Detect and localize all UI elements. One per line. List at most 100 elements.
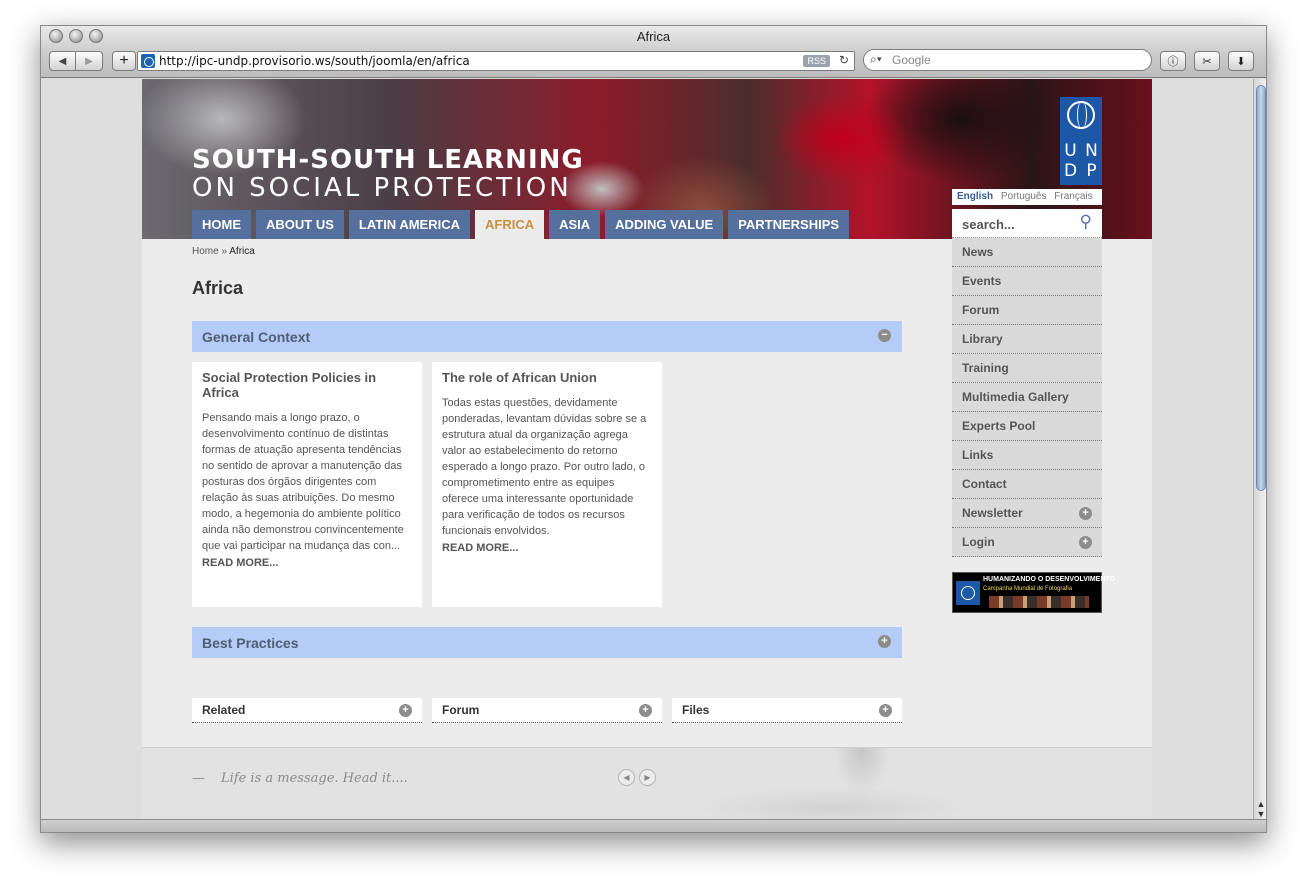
history-buttons: ◀ ▶ xyxy=(49,51,103,71)
sidebar-item-label: Login xyxy=(962,535,995,549)
sidebar-item-experts-pool[interactable]: Experts Pool xyxy=(952,412,1102,441)
article-excerpt: Todas estas questões, devidamente ponder… xyxy=(442,397,647,537)
nav-home[interactable]: HOME xyxy=(192,210,251,239)
un-emblem-icon xyxy=(1067,101,1095,129)
nav-latin-america[interactable]: LATIN AMERICA xyxy=(348,210,470,239)
logo-letter: D xyxy=(1063,161,1078,181)
sidebar-item-label: News xyxy=(962,245,994,259)
site-favicon-icon xyxy=(141,54,155,68)
nav-asia[interactable]: ASIA xyxy=(549,210,601,239)
main-navigation: HOME ABOUT US LATIN AMERICA AFRICA ASIA … xyxy=(192,210,850,239)
site-search-field[interactable]: search... ⚲ xyxy=(952,209,1102,238)
url-text[interactable]: http://ipc-undp.provisorio.ws/south/joom… xyxy=(159,54,470,68)
scrollbar-thumb[interactable] xyxy=(1256,85,1266,491)
vertical-scrollbar[interactable]: ▲ ▼ xyxy=(1253,79,1266,819)
banner-subtitle: Campanha Mundial de Fotografia xyxy=(983,586,1073,592)
collapse-icon[interactable]: − xyxy=(878,329,891,342)
address-bar[interactable]: http://ipc-undp.provisorio.ws/south/joom… xyxy=(137,51,855,71)
snippet-icon[interactable]: ✂ xyxy=(1194,51,1220,71)
nav-about-us[interactable]: ABOUT US xyxy=(256,210,344,239)
logo-letter: N xyxy=(1085,141,1098,161)
sidebar-item-label: Experts Pool xyxy=(962,419,1036,433)
sidebar-item-links[interactable]: Links xyxy=(952,441,1102,470)
breadcrumb: Home » Africa xyxy=(192,246,255,257)
forward-button[interactable]: ▶ xyxy=(76,51,103,71)
title-bar: Africa ◀ ▶ + http://ipc-undp.provisorio.… xyxy=(41,26,1266,78)
read-more-link[interactable]: READ MORE... xyxy=(202,557,412,569)
sidebar-item-newsletter[interactable]: Newsletter + xyxy=(952,499,1102,528)
sidebar-menu: search... ⚲ News Events Forum Library Tr… xyxy=(952,209,1102,557)
browser-search-field[interactable]: ⌕▾ Google xyxy=(863,49,1152,71)
nav-partnerships[interactable]: PARTNERSHIPS xyxy=(728,210,850,239)
expand-icon[interactable]: + xyxy=(1079,536,1092,549)
scroll-arrows[interactable]: ▲ ▼ xyxy=(1254,799,1266,819)
best-practices-section[interactable]: Best Practices + xyxy=(192,627,902,658)
files-box[interactable]: Files + xyxy=(672,698,902,723)
expand-icon[interactable]: + xyxy=(879,704,892,717)
read-more-link[interactable]: READ MORE... xyxy=(442,542,652,554)
reload-icon[interactable]: ↻ xyxy=(839,53,849,67)
sidebar-item-training[interactable]: Training xyxy=(952,354,1102,383)
nav-adding-value[interactable]: ADDING VALUE xyxy=(605,210,724,239)
search-icon: ⌕▾ xyxy=(870,52,882,66)
window-title: Africa xyxy=(636,29,671,44)
site-title-line1: SOUTH-SOUTH LEARNING xyxy=(192,145,584,175)
status-bar xyxy=(41,819,1266,832)
expand-icon[interactable]: + xyxy=(878,635,891,648)
sidebar-item-multimedia-gallery[interactable]: Multimedia Gallery xyxy=(952,383,1102,412)
forum-box[interactable]: Forum + xyxy=(432,698,662,723)
sidebar-item-events[interactable]: Events xyxy=(952,267,1102,296)
language-switcher: English Português Français xyxy=(952,189,1102,205)
photo-campaign-banner[interactable]: HUMANIZANDO O DESENVOLVIMENTO Campanha M… xyxy=(952,572,1115,613)
expand-icon[interactable]: + xyxy=(639,704,652,717)
sidebar-item-label: Links xyxy=(962,448,994,462)
site-search-placeholder: search... xyxy=(962,217,1015,232)
add-bookmark-button[interactable]: + xyxy=(112,51,136,71)
site-title-line2: ON SOCIAL PROTECTION xyxy=(192,173,572,203)
nav-africa[interactable]: AFRICA xyxy=(475,210,545,239)
next-arrow-icon[interactable]: ▶ xyxy=(639,769,656,786)
sidebar-item-news[interactable]: News xyxy=(952,238,1102,267)
general-context-label: General Context xyxy=(202,329,311,345)
footer-quote: — Life is a message. Head it.... xyxy=(192,771,408,786)
expand-icon[interactable]: + xyxy=(399,704,412,717)
sidebar-item-label: Forum xyxy=(962,303,1000,317)
download-icon[interactable]: ⬇ xyxy=(1228,51,1254,71)
sidebar-item-label: Events xyxy=(962,274,1002,288)
search-icon[interactable]: ⚲ xyxy=(1080,212,1092,232)
sidebar-item-login[interactable]: Login + xyxy=(952,528,1102,557)
banner-title: HUMANIZANDO O DESENVOLVIMENTO xyxy=(983,576,1115,583)
photo-strip xyxy=(989,596,1089,608)
sidebar-item-label: Multimedia Gallery xyxy=(962,390,1069,404)
article-title[interactable]: The role of African Union xyxy=(442,370,652,385)
sidebar-item-label: Training xyxy=(962,361,1009,375)
sidebar-item-label: Contact xyxy=(962,477,1007,491)
info-icon[interactable]: ⓘ xyxy=(1160,51,1186,71)
best-practices-label: Best Practices xyxy=(202,635,299,651)
related-label: Related xyxy=(202,703,246,717)
logo-letter: U xyxy=(1064,141,1077,161)
sidebar-item-label: Library xyxy=(962,332,1003,346)
breadcrumb-home-link[interactable]: Home xyxy=(192,246,219,257)
back-button[interactable]: ◀ xyxy=(49,51,76,71)
toolbar-buttons: ⓘ ✂ ⬇ xyxy=(1160,51,1254,71)
general-context-section[interactable]: General Context − xyxy=(192,321,902,352)
un-emblem-icon xyxy=(956,581,980,605)
sidebar-item-library[interactable]: Library xyxy=(952,325,1102,354)
files-label: Files xyxy=(682,703,710,717)
article-excerpt: Pensando mais a longo prazo, o desenvolv… xyxy=(202,412,404,552)
sidebar-item-contact[interactable]: Contact xyxy=(952,470,1102,499)
undp-logo[interactable]: U N D P xyxy=(1060,97,1102,185)
expand-icon[interactable]: + xyxy=(1079,507,1092,520)
language-english[interactable]: English xyxy=(957,191,993,202)
rss-button[interactable]: RSS xyxy=(803,55,830,67)
previous-arrow-icon[interactable]: ◀ xyxy=(618,769,635,786)
logo-letter: P xyxy=(1086,161,1097,181)
article-title[interactable]: Social Protection Policies in Africa xyxy=(202,370,412,400)
language-french[interactable]: Français xyxy=(1054,191,1092,202)
related-box[interactable]: Related + xyxy=(192,698,422,723)
language-portuguese[interactable]: Português xyxy=(1001,191,1047,202)
breadcrumb-current: Africa xyxy=(229,246,255,257)
quote-pager: ◀ ▶ xyxy=(618,769,656,786)
sidebar-item-forum[interactable]: Forum xyxy=(952,296,1102,325)
